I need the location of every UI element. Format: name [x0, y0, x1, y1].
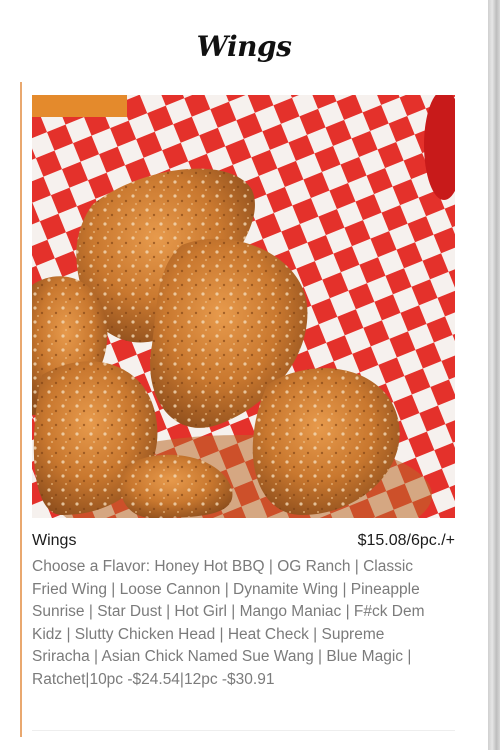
- item-price: $15.08/6pc./+: [357, 532, 455, 549]
- accent-divider: [20, 82, 22, 737]
- page-edge-strip: [488, 0, 500, 750]
- item-description: Choose a Flavor: Honey Hot BBQ | OG Ranc…: [32, 558, 425, 688]
- item-photo[interactable]: [32, 95, 455, 518]
- item-divider: [32, 730, 455, 731]
- item-name: Wings: [32, 532, 77, 549]
- menu-item-header[interactable]: Wings $15.08/6pc./+: [32, 532, 455, 550]
- section-title: Wings: [196, 30, 292, 63]
